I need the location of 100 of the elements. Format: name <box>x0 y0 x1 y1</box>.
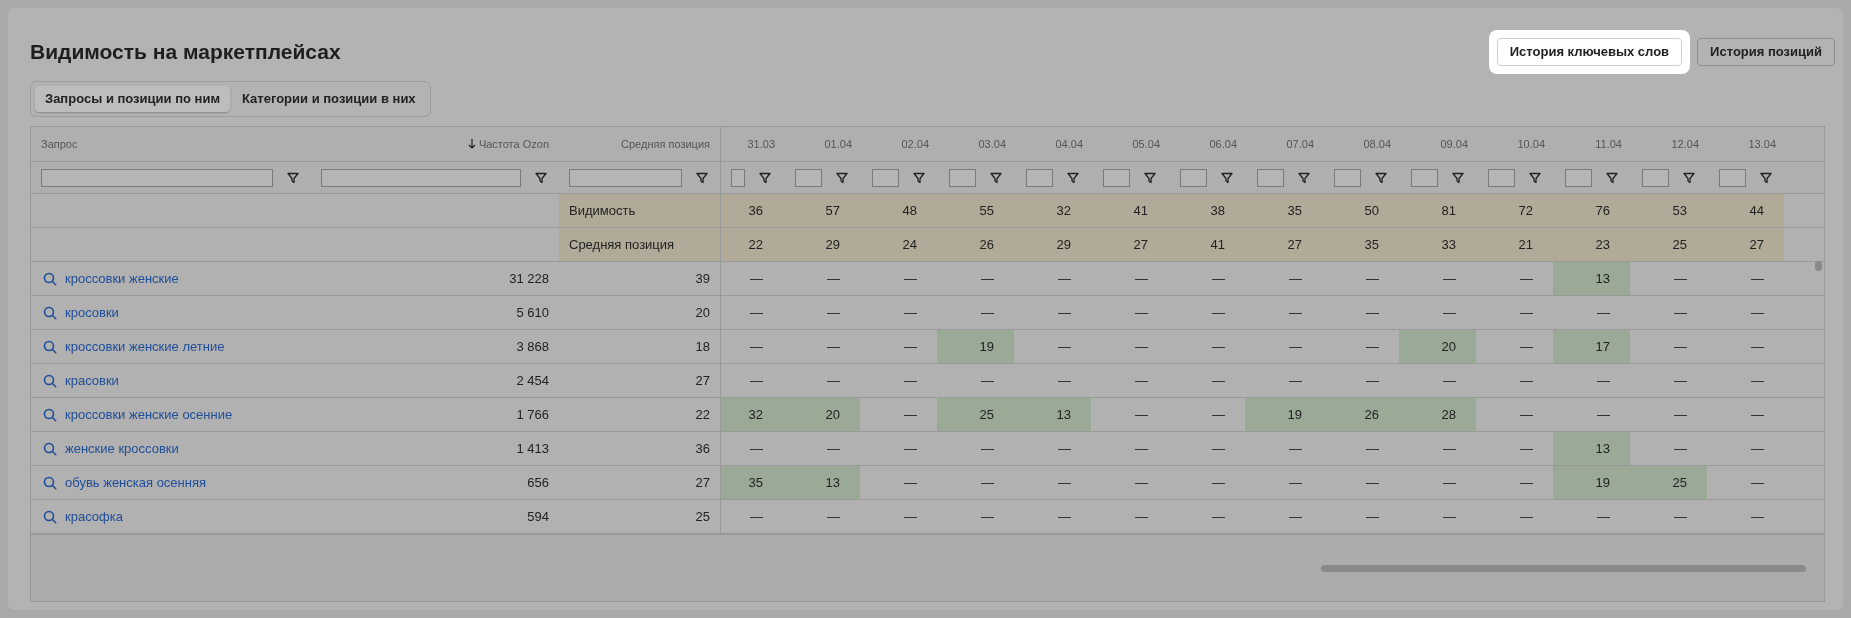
filter-icon[interactable] <box>1067 171 1079 184</box>
position-cell-text: — <box>1288 507 1303 526</box>
filter-field[interactable] <box>1488 168 1515 187</box>
filter-icon[interactable] <box>1529 171 1541 184</box>
filter-field[interactable] <box>949 168 976 187</box>
search-icon[interactable] <box>43 305 57 320</box>
column-header[interactable]: Частота Ozon <box>478 135 549 153</box>
filter-icon[interactable] <box>1760 171 1772 184</box>
filter-icon[interactable] <box>836 171 848 184</box>
filter-icon[interactable] <box>913 171 925 184</box>
date-header[interactable]: 31.03 <box>747 135 775 153</box>
filter-field[interactable] <box>795 168 822 187</box>
filter-field[interactable] <box>41 168 273 187</box>
position-cell-text: — <box>1442 507 1457 526</box>
query-link[interactable]: кросовки <box>65 302 119 323</box>
filter-icon[interactable] <box>1452 171 1464 184</box>
position-cell-text: — <box>903 405 918 424</box>
filter-field[interactable] <box>569 168 682 187</box>
date-header[interactable]: 13.04 <box>1748 135 1776 153</box>
tab[interactable]: Запросы и позиции по ним <box>35 86 230 112</box>
position-cell: 13 <box>783 466 860 499</box>
date-header[interactable]: 01.04 <box>824 135 852 153</box>
filter-icon[interactable] <box>1683 171 1695 184</box>
position-cell-text: — <box>1211 507 1226 526</box>
filter-field[interactable] <box>321 168 521 187</box>
table-cell-text: 36 <box>695 439 710 458</box>
date-header[interactable]: 12.04 <box>1671 135 1699 153</box>
date-header[interactable]: 10.04 <box>1517 135 1545 153</box>
query-link[interactable]: кроссовки женские осенние <box>65 404 233 425</box>
position-cell-text: — <box>1750 405 1765 424</box>
query-link[interactable]: красофка <box>65 506 123 527</box>
filter-icon[interactable] <box>759 171 771 184</box>
summary-cell: 35 <box>1245 194 1322 227</box>
vertical-scrollbar[interactable] <box>1815 261 1822 271</box>
position-cell-text: — <box>1134 303 1149 322</box>
horizontal-scrollbar[interactable] <box>1321 564 1806 572</box>
position-cell: 13 <box>1553 432 1630 465</box>
summary-cell: 48 <box>860 194 937 227</box>
filter-field[interactable] <box>731 168 745 187</box>
position-cell-text: — <box>980 303 995 322</box>
filter-icon[interactable] <box>1144 171 1156 184</box>
position-cell-text: — <box>1596 371 1611 390</box>
filter-icon[interactable] <box>535 171 547 184</box>
filter-field[interactable] <box>1026 168 1053 187</box>
query-link[interactable]: кроссовки женские <box>65 268 179 289</box>
history-button[interactable]: История ключевых слов <box>1496 38 1683 66</box>
date-header[interactable]: 04.04 <box>1055 135 1083 153</box>
summary-cell: 29 <box>1014 228 1091 261</box>
position-cell-text: — <box>1750 371 1765 390</box>
column-header[interactable]: Средняя позиция <box>621 135 710 153</box>
filter-icon[interactable] <box>990 171 1002 184</box>
date-header[interactable]: 09.04 <box>1440 135 1468 153</box>
filter-field[interactable] <box>1103 168 1130 187</box>
filter-field[interactable] <box>1180 168 1207 187</box>
date-header[interactable]: 05.04 <box>1132 135 1160 153</box>
tab[interactable]: Категории и позиции в них <box>232 86 426 112</box>
query-link[interactable]: обувь женская осенняя <box>65 472 207 493</box>
position-cell-text: — <box>749 269 764 288</box>
position-cell-text: — <box>1134 507 1149 526</box>
position-cell-text: — <box>1596 507 1611 526</box>
filter-icon[interactable] <box>1606 171 1618 184</box>
search-icon[interactable] <box>43 509 57 524</box>
history-button[interactable]: История позиций <box>1697 38 1835 66</box>
date-header[interactable]: 07.04 <box>1286 135 1314 153</box>
filter-field[interactable] <box>1334 168 1361 187</box>
filter-field[interactable] <box>1565 168 1592 187</box>
filter-icon[interactable] <box>696 171 708 184</box>
filter-icon[interactable] <box>287 171 299 184</box>
filter-field[interactable] <box>1642 168 1669 187</box>
filter-icon[interactable] <box>1221 171 1233 184</box>
filter-field[interactable] <box>1411 168 1438 187</box>
date-header[interactable]: 08.04 <box>1363 135 1391 153</box>
search-icon[interactable] <box>43 407 57 422</box>
search-icon[interactable] <box>43 373 57 388</box>
position-cell-text: — <box>1365 507 1380 526</box>
query-link[interactable]: красовки <box>65 370 119 391</box>
filter-field[interactable] <box>872 168 899 187</box>
position-cell-text: — <box>1211 405 1226 424</box>
query-link[interactable]: женские кроссовки <box>65 438 179 459</box>
summary-cell: 53 <box>1630 194 1707 227</box>
search-icon[interactable] <box>43 339 57 354</box>
search-icon[interactable] <box>43 271 57 286</box>
date-header[interactable]: 02.04 <box>901 135 929 153</box>
filter-icon[interactable] <box>1375 171 1387 184</box>
date-header[interactable]: 06.04 <box>1209 135 1237 153</box>
filter-field[interactable] <box>1719 168 1746 187</box>
position-cell-text: — <box>1750 303 1765 322</box>
search-icon[interactable] <box>43 441 57 456</box>
position-cell-text: — <box>1288 269 1303 288</box>
summary-cell: 27 <box>1245 228 1322 261</box>
position-cell-text: — <box>1211 371 1226 390</box>
table-cell-text: 39 <box>695 269 710 288</box>
filter-field[interactable] <box>1257 168 1284 187</box>
filter-icon[interactable] <box>1298 171 1310 184</box>
date-header[interactable]: 11.04 <box>1595 135 1622 153</box>
column-header[interactable]: Запрос <box>41 135 78 153</box>
table-cell-text: 1 413 <box>516 439 549 458</box>
query-link[interactable]: кроссовки женские летние <box>65 336 225 357</box>
date-header[interactable]: 03.04 <box>978 135 1006 153</box>
search-icon[interactable] <box>43 475 57 490</box>
